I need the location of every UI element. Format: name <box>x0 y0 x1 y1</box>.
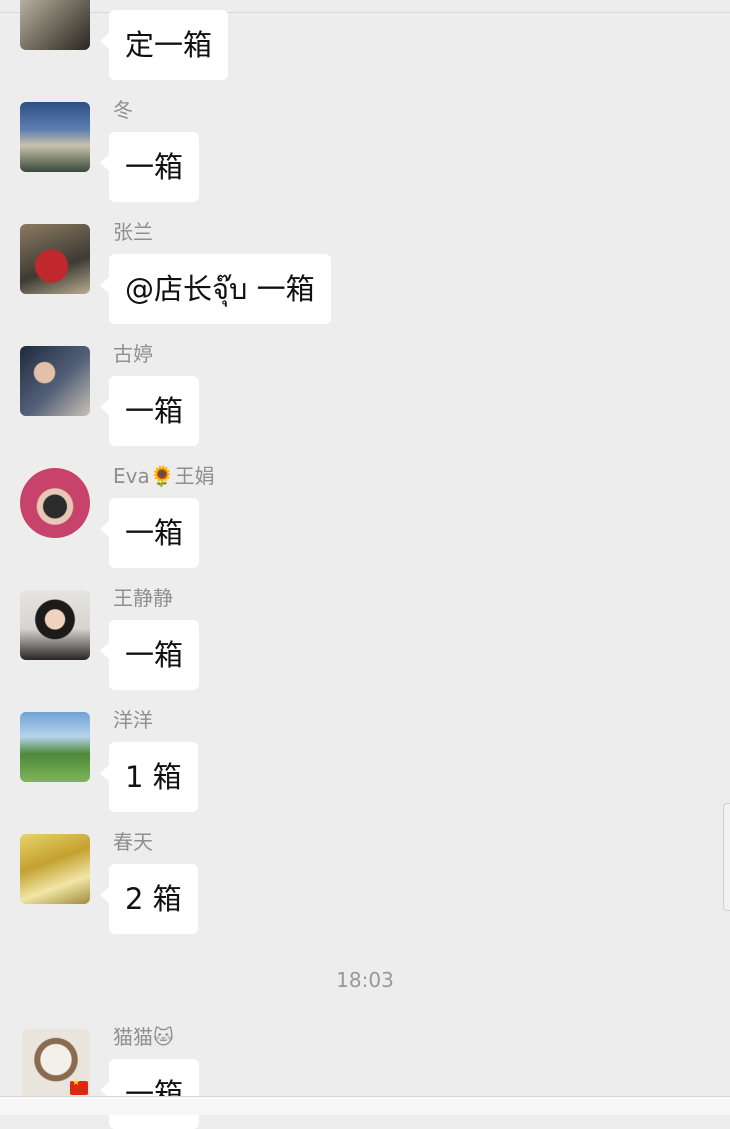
chat-message: 洋洋 1 箱 <box>0 708 730 812</box>
sender-name: 张兰 <box>113 220 153 244</box>
masked-woman-photo-icon[interactable] <box>20 468 90 538</box>
chat-message: 定一箱 <box>0 0 730 80</box>
message-bubble[interactable]: 2 箱 <box>100 864 198 934</box>
castle-photo-icon[interactable] <box>20 102 90 172</box>
sender-name: 王静静 <box>113 586 173 610</box>
message-timestamp: 18:03 <box>336 968 394 992</box>
scrollbar-handle[interactable] <box>723 803 730 911</box>
chat-message: Eva🌻王娟 一箱 <box>0 464 730 568</box>
sender-name: 洋洋 <box>113 708 153 732</box>
tree-landscape-icon[interactable] <box>20 712 90 782</box>
china-flag-icon <box>70 1078 88 1095</box>
woman-photo-icon[interactable] <box>20 346 90 416</box>
chat-message: 张兰 @店长จุ๊บ 一箱 <box>0 220 730 324</box>
message-bubble[interactable]: 定一箱 <box>99 10 229 80</box>
sender-name: 冬 <box>113 98 133 122</box>
message-bubble[interactable]: 一箱 <box>99 1059 200 1129</box>
chat-message: 古婷 一箱 <box>0 342 730 446</box>
chat-message: 冬 一箱 <box>0 98 730 202</box>
sender-name: 古婷 <box>113 342 153 366</box>
chat-message: 春天 2 箱 <box>0 830 730 934</box>
woman-photo-icon[interactable] <box>20 0 90 50</box>
message-bubble[interactable]: @店长จุ๊บ 一箱 <box>100 254 331 324</box>
woman-photo-icon[interactable] <box>20 590 90 660</box>
message-bubble[interactable]: 一箱 <box>99 620 200 690</box>
drink-photo-icon[interactable] <box>20 224 90 294</box>
input-bar-edge <box>0 1096 730 1115</box>
message-bubble[interactable]: 一箱 <box>99 376 200 446</box>
autumn-landscape-icon[interactable] <box>20 834 90 904</box>
chat-message: 王静静 一箱 <box>0 586 730 690</box>
message-bubble[interactable]: 1 箱 <box>100 742 198 812</box>
message-bubble[interactable]: 一箱 <box>99 498 200 568</box>
cat-photo-icon[interactable] <box>22 1029 90 1097</box>
message-bubble[interactable]: 一箱 <box>99 132 200 202</box>
sender-name: 猫猫🐱 <box>113 1025 174 1049</box>
sender-name: 春天 <box>113 830 153 854</box>
sender-name: Eva🌻王娟 <box>113 464 215 488</box>
